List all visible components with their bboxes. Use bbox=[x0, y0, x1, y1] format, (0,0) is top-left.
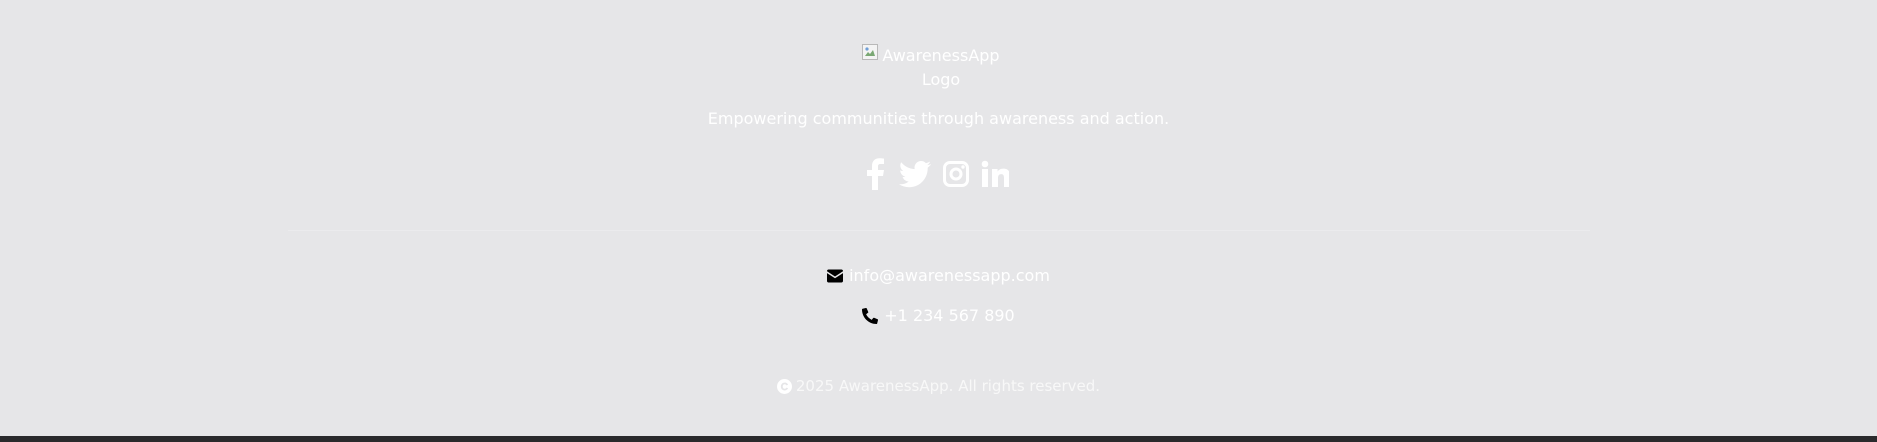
phone-icon bbox=[862, 308, 879, 324]
facebook-icon bbox=[866, 158, 884, 190]
contact-phone-text[interactable]: +1 234 567 890 bbox=[884, 304, 1014, 328]
page-bottom-bar bbox=[0, 436, 1877, 442]
twitter-link[interactable] bbox=[899, 157, 932, 191]
footer-divider bbox=[288, 230, 1590, 231]
copyright-text: 2025 AwarenessApp. All rights reserved. bbox=[795, 377, 1101, 395]
social-links bbox=[860, 156, 1010, 192]
footer-logo[interactable]: AwarenessApp Logo bbox=[860, 44, 1010, 92]
contact-email-text[interactable]: info@awarenessapp.com bbox=[849, 264, 1050, 288]
logo-alt-text: AwarenessApp Logo bbox=[882, 46, 1000, 89]
footer-tagline: Empowering communities through awareness… bbox=[707, 109, 1170, 128]
broken-image-icon bbox=[862, 44, 878, 60]
copyright-icon bbox=[776, 378, 792, 394]
twitter-icon bbox=[899, 161, 932, 188]
envelope-icon bbox=[827, 269, 844, 283]
contact-email[interactable]: info@awarenessapp.com bbox=[0, 264, 1877, 288]
copyright-notice: 2025 AwarenessApp. All rights reserved. bbox=[0, 375, 1877, 397]
linkedin-link[interactable] bbox=[981, 157, 1010, 191]
instagram-link[interactable] bbox=[941, 157, 970, 191]
facebook-link[interactable] bbox=[860, 157, 889, 191]
instagram-icon bbox=[942, 161, 969, 187]
contact-phone[interactable]: +1 234 567 890 bbox=[0, 304, 1877, 328]
site-footer: AwarenessApp Logo Empowering communities… bbox=[0, 0, 1877, 436]
linkedin-icon bbox=[982, 160, 1010, 187]
